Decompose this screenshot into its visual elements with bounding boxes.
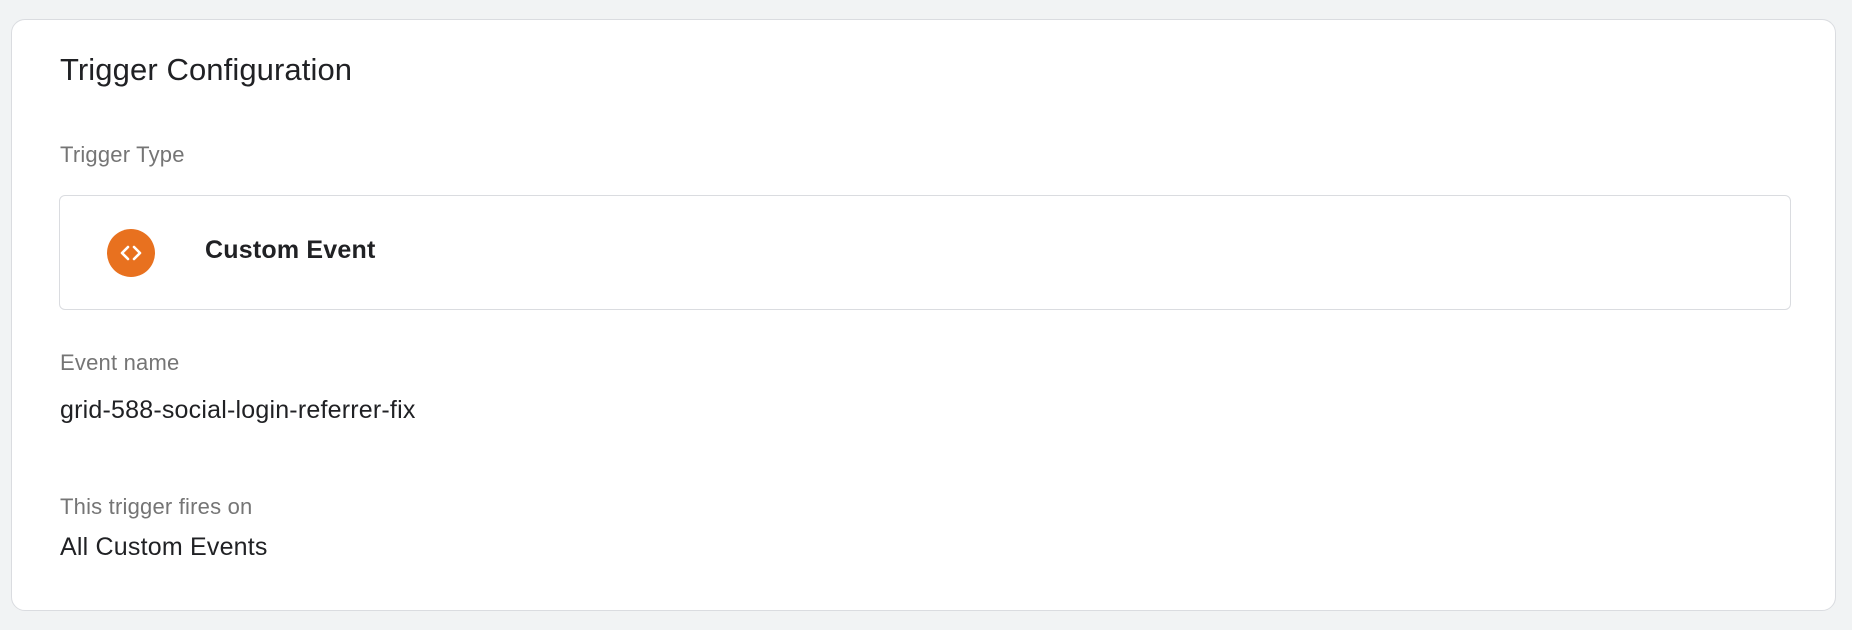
trigger-type-label: Trigger Type [60,142,185,167]
event-name-label: Event name [60,350,180,375]
trigger-configuration-card[interactable]: Trigger Configuration Trigger Type Custo… [11,19,1836,611]
trigger-type-selector[interactable]: Custom Event [59,195,1791,310]
fires-on-value: All Custom Events [60,533,268,561]
fires-on-label: This trigger fires on [60,494,253,519]
trigger-type-name: Custom Event [205,236,376,264]
code-brackets-icon [107,229,155,277]
card-title: Trigger Configuration [60,52,353,87]
event-name-value: grid-588-social-login-referrer-fix [60,396,416,424]
